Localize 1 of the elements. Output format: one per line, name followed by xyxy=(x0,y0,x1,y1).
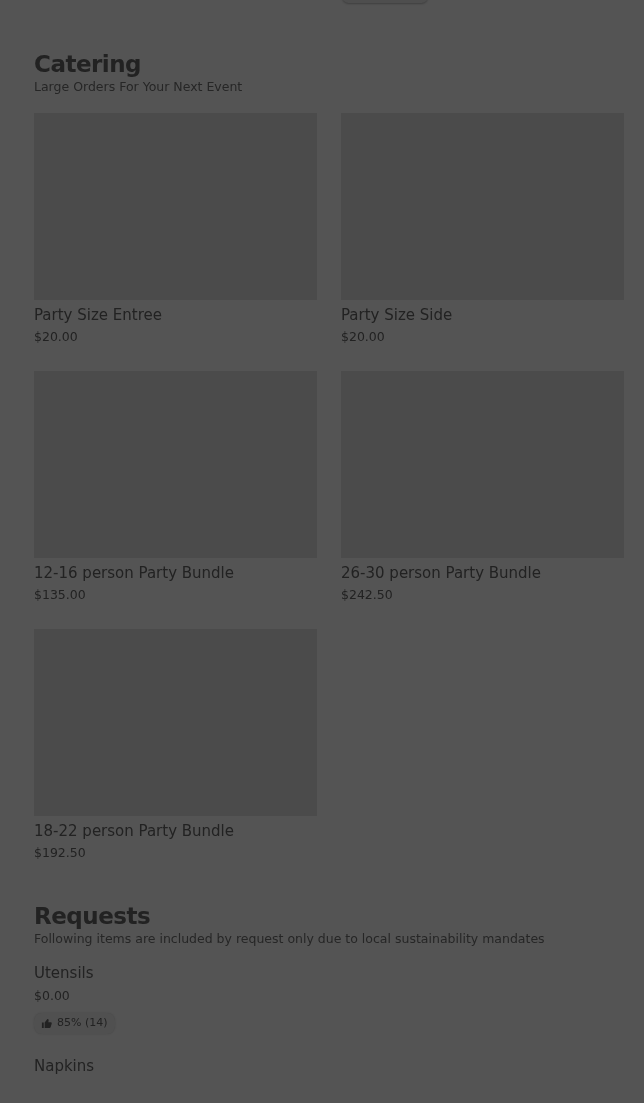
thumbs-up-icon xyxy=(41,1017,52,1029)
